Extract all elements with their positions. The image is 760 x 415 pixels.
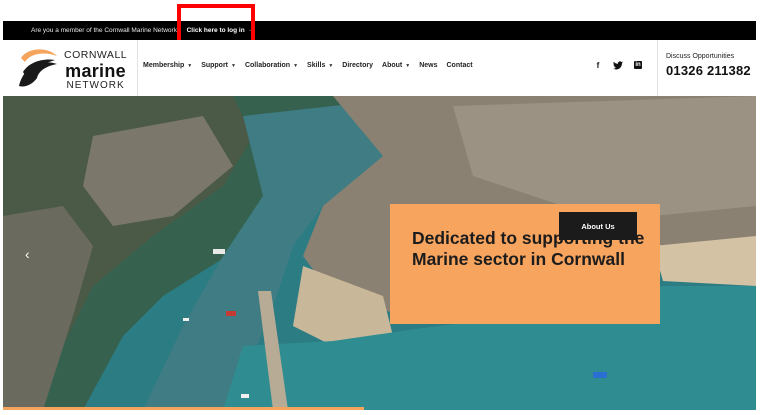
nav-item-support[interactable]: Support ▼ bbox=[201, 62, 236, 69]
social-links: f in bbox=[593, 60, 643, 70]
nav-item-about[interactable]: About ▼ bbox=[382, 62, 410, 69]
chevron-down-icon: ▼ bbox=[187, 62, 193, 69]
nav-label: News bbox=[419, 62, 438, 69]
hero-slider: ‹ Dedicated to supporting the Marine sec… bbox=[3, 96, 756, 410]
facebook-icon[interactable]: f bbox=[593, 60, 603, 70]
chevron-down-icon: ▼ bbox=[293, 62, 299, 69]
logo-wordmark: CORNWALL marine NETWORK bbox=[64, 50, 127, 91]
nav-label: Support bbox=[201, 62, 229, 69]
contact-block: Discuss Opportunities 01326 211382 bbox=[666, 53, 751, 78]
main-nav: Membership ▼ Support ▼ Collaboration ▼ S… bbox=[143, 62, 482, 69]
member-message: Are you a member of the Cornwall Marine … bbox=[31, 27, 181, 34]
nav-item-skills[interactable]: Skills ▼ bbox=[307, 62, 333, 69]
linkedin-icon[interactable]: in bbox=[633, 60, 643, 70]
logo-line-network: NETWORK bbox=[66, 79, 125, 91]
chevron-down-icon: ▼ bbox=[328, 62, 334, 69]
nav-label: Collaboration bbox=[244, 62, 291, 69]
nav-item-news[interactable]: News bbox=[419, 62, 437, 69]
header-divider bbox=[137, 40, 138, 96]
header-divider bbox=[657, 40, 658, 96]
contact-label: Discuss Opportunities bbox=[666, 53, 735, 60]
site-header: CORNWALL marine NETWORK Membership ▼ Sup… bbox=[3, 40, 756, 96]
twitter-icon[interactable] bbox=[613, 60, 623, 70]
announcement-bar: Are you a member of the Cornwall Marine … bbox=[3, 21, 756, 40]
nav-item-contact[interactable]: Contact bbox=[447, 62, 473, 69]
logo-mark-icon bbox=[19, 49, 57, 87]
nav-label: Skills bbox=[307, 62, 326, 69]
arrow-right-icon: → bbox=[247, 27, 255, 34]
site-logo[interactable]: CORNWALL marine NETWORK bbox=[17, 46, 127, 90]
nav-item-collaboration[interactable]: Collaboration ▼ bbox=[245, 62, 298, 69]
chevron-down-icon: ▼ bbox=[405, 62, 411, 69]
nav-label: Directory bbox=[342, 62, 374, 69]
nav-label: About bbox=[382, 62, 403, 69]
about-us-button[interactable]: About Us bbox=[559, 212, 637, 240]
logo-line-marine: marine bbox=[65, 60, 126, 81]
slider-progress-bar bbox=[3, 407, 365, 410]
nav-label: Membership bbox=[143, 62, 185, 69]
twitter-bird-glyph bbox=[613, 60, 623, 69]
linkedin-glyph: in bbox=[634, 61, 642, 69]
nav-item-membership[interactable]: Membership ▼ bbox=[143, 62, 192, 69]
slider-prev-arrow-icon[interactable]: ‹ bbox=[25, 246, 30, 262]
login-link[interactable]: Click here to log in bbox=[187, 27, 245, 34]
logo-line-cornwall: CORNWALL bbox=[64, 49, 128, 61]
chevron-down-icon: ▼ bbox=[231, 62, 236, 69]
phone-number-link[interactable]: 01326 211382 bbox=[666, 63, 751, 78]
nav-item-directory[interactable]: Directory bbox=[342, 62, 373, 69]
nav-label: Contact bbox=[446, 62, 473, 69]
